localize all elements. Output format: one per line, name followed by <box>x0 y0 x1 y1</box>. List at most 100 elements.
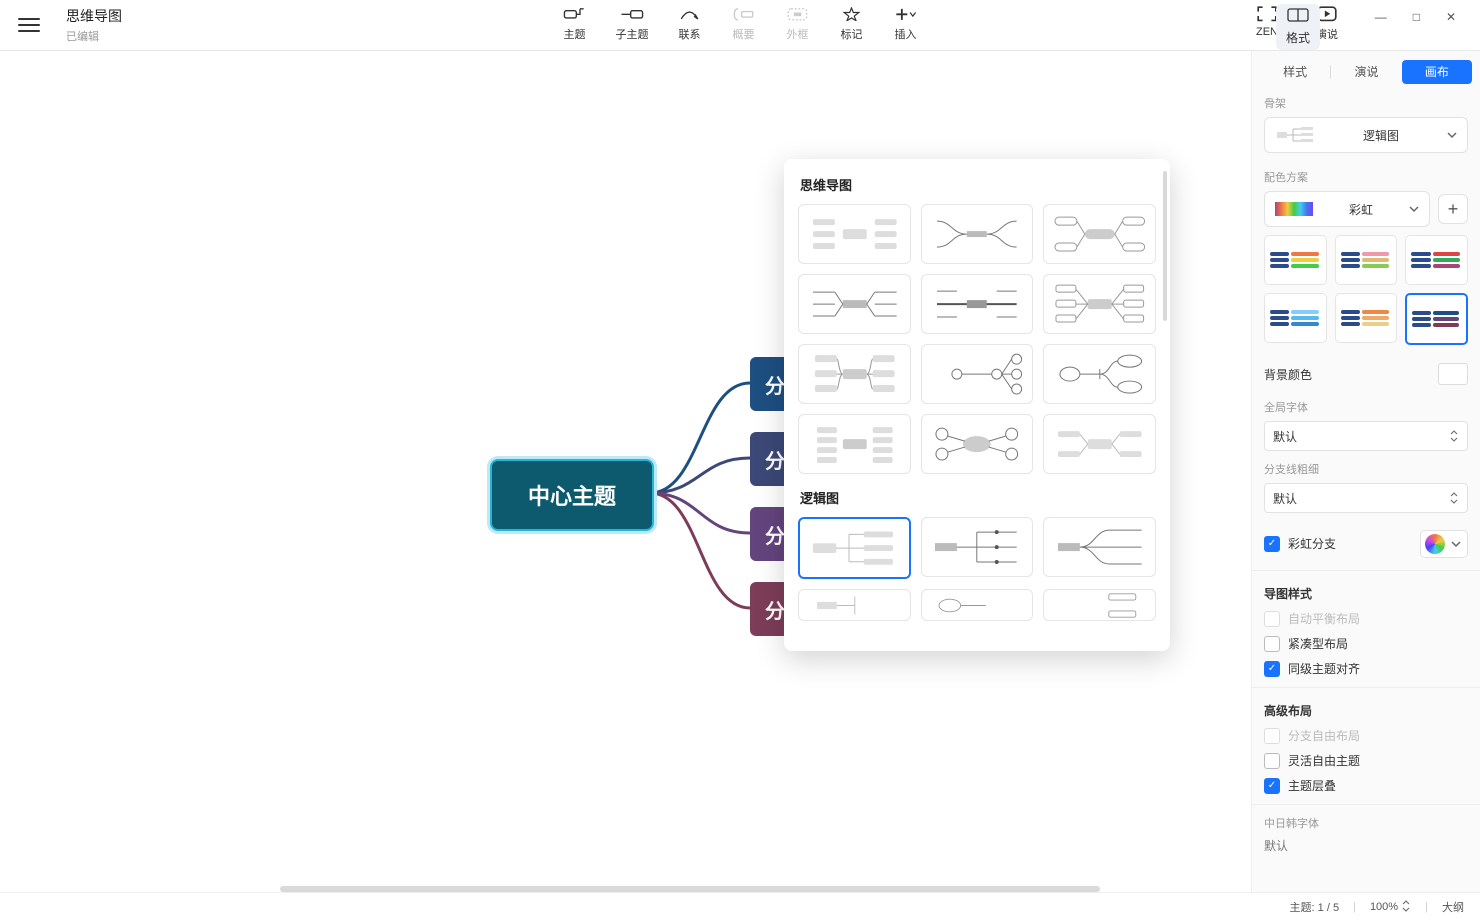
popup-section1-title: 思维导图 <box>800 175 1156 194</box>
divider <box>1252 804 1480 805</box>
format-button[interactable]: 格式 <box>1276 4 1320 50</box>
skeleton-option[interactable] <box>921 414 1034 474</box>
rainbow-ring-icon <box>1425 534 1445 554</box>
menu-button[interactable] <box>18 14 40 36</box>
tab-present[interactable]: 演说 <box>1331 60 1401 84</box>
status-bar: 主题: 1 / 5 | 100% | 大纲 <box>0 892 1480 920</box>
fullscreen-icon <box>1256 6 1278 22</box>
adv-layout-title: 高级布局 <box>1264 702 1468 719</box>
bg-color-swatch[interactable] <box>1438 363 1468 385</box>
overlap-check[interactable]: 主题层叠 <box>1264 777 1468 794</box>
skeleton-preview-icon <box>1275 125 1315 145</box>
marker-button[interactable]: 标记 <box>839 6 865 42</box>
rainbow-branch-check[interactable]: 彩虹分支 <box>1264 535 1336 552</box>
scheme-option[interactable] <box>1335 235 1398 285</box>
font-select[interactable]: 默认 <box>1264 421 1468 451</box>
linewidth-select[interactable]: 默认 <box>1264 483 1468 513</box>
center-topic[interactable]: 中心主题 <box>490 459 654 531</box>
main-toolbar: 主题 子主题 联系 概要 外框 标记 插入 <box>562 6 919 42</box>
titlebar: 思维导图 已编辑 主题 子主题 联系 概要 外框 标记 插入 <box>0 0 1480 51</box>
skeleton-option[interactable] <box>921 274 1034 334</box>
skeleton-option[interactable] <box>798 274 911 334</box>
scheme-grid <box>1264 235 1468 345</box>
stepper-icon <box>1401 900 1411 912</box>
divider <box>1252 687 1480 688</box>
scheme-label: 配色方案 <box>1264 169 1468 185</box>
free-branch-check: 分支自由布局 <box>1264 727 1468 744</box>
skeleton-option[interactable] <box>798 414 911 474</box>
skeleton-option-selected[interactable] <box>798 517 911 579</box>
free-topic-check[interactable]: 灵活自由主题 <box>1264 752 1468 769</box>
skeleton-option[interactable] <box>921 344 1034 404</box>
tab-style[interactable]: 样式 <box>1260 60 1330 84</box>
checkbox-icon <box>1264 636 1280 652</box>
skeleton-option[interactable] <box>921 589 1034 621</box>
skeleton-option[interactable] <box>798 204 911 264</box>
linew-label: 分支线粗细 <box>1264 461 1468 477</box>
checkbox-icon <box>1264 536 1280 552</box>
scheme-option[interactable] <box>1264 235 1327 285</box>
panel-tabs: 样式 演说 画布 <box>1260 57 1472 87</box>
main: 中心主题 分 分 分 分 思维导图 逻辑图 <box>0 51 1480 892</box>
topic-count: 主题: 1 / 5 <box>1290 899 1340 915</box>
insert-button[interactable]: 插入 <box>893 6 919 42</box>
canvas[interactable]: 中心主题 分 分 分 分 思维导图 逻辑图 <box>0 51 1250 892</box>
rainbow-style-select[interactable] <box>1420 530 1468 558</box>
auto-balance-check: 自动平衡布局 <box>1264 610 1468 627</box>
cjk-font-value: 默认 <box>1264 837 1468 854</box>
boundary-icon <box>787 6 809 22</box>
format-icon <box>1287 8 1309 25</box>
stepper-icon <box>1449 491 1459 505</box>
doc-title: 思维导图 <box>66 6 122 26</box>
chevron-down-icon <box>1447 130 1457 140</box>
subtopic-button[interactable]: 子主题 <box>616 6 649 42</box>
scheme-select[interactable]: 彩虹 <box>1264 191 1430 227</box>
rainbow-strip-icon <box>1275 202 1313 216</box>
skeleton-option[interactable] <box>1043 517 1156 577</box>
outline-button[interactable]: 大纲 <box>1442 899 1464 915</box>
scheme-option[interactable] <box>1264 293 1327 343</box>
zoom-level[interactable]: 100% <box>1370 900 1411 913</box>
summary-button: 概要 <box>731 6 757 42</box>
scheme-option[interactable] <box>1335 293 1398 343</box>
doc-status: 已编辑 <box>66 28 122 44</box>
chevron-down-icon <box>1409 204 1419 214</box>
scheme-option-selected[interactable] <box>1405 293 1468 345</box>
add-scheme-button[interactable]: + <box>1438 194 1468 224</box>
skeleton-option[interactable] <box>1043 204 1156 264</box>
tab-canvas[interactable]: 画布 <box>1402 60 1472 84</box>
summary-icon <box>733 6 755 22</box>
star-icon <box>841 6 863 22</box>
stepper-icon <box>1449 429 1459 443</box>
skeleton-option[interactable] <box>798 589 911 621</box>
minimize-button[interactable]: — <box>1375 10 1387 24</box>
logic-thumbs <box>798 517 1156 621</box>
skeleton-option[interactable] <box>1043 274 1156 334</box>
skeleton-popup: 思维导图 逻辑图 <box>784 159 1170 651</box>
scheme-option[interactable] <box>1405 235 1468 285</box>
popup-scrollbar[interactable] <box>1163 171 1167 321</box>
compact-check[interactable]: 紧凑型布局 <box>1264 635 1468 652</box>
skeleton-option[interactable] <box>921 517 1034 577</box>
topic-button[interactable]: 主题 <box>562 6 588 42</box>
checkbox-icon <box>1264 728 1280 744</box>
mindmap-thumbs <box>798 204 1156 474</box>
chevron-down-icon <box>1451 539 1461 549</box>
skeleton-option[interactable] <box>921 204 1034 264</box>
maximize-button[interactable]: □ <box>1413 10 1420 24</box>
align-siblings-check[interactable]: 同级主题对齐 <box>1264 660 1468 677</box>
bg-label: 背景颜色 <box>1264 366 1312 383</box>
checkbox-icon <box>1264 611 1280 627</box>
window-controls: — □ ✕ <box>1375 10 1456 24</box>
skeleton-option[interactable] <box>798 344 911 404</box>
skeleton-select[interactable]: 逻辑图 <box>1264 117 1468 153</box>
relation-button[interactable]: 联系 <box>677 6 703 42</box>
skeleton-option[interactable] <box>1043 344 1156 404</box>
plus-icon <box>895 6 917 22</box>
skeleton-option[interactable] <box>1043 589 1156 621</box>
skeleton-option[interactable] <box>1043 414 1156 474</box>
subtopic-icon <box>621 6 643 22</box>
font-label: 全局字体 <box>1264 399 1468 415</box>
format-panel: 样式 演说 画布 骨架 逻辑图 配色方案 彩虹 + <box>1251 51 1480 892</box>
close-button[interactable]: ✕ <box>1446 10 1456 24</box>
